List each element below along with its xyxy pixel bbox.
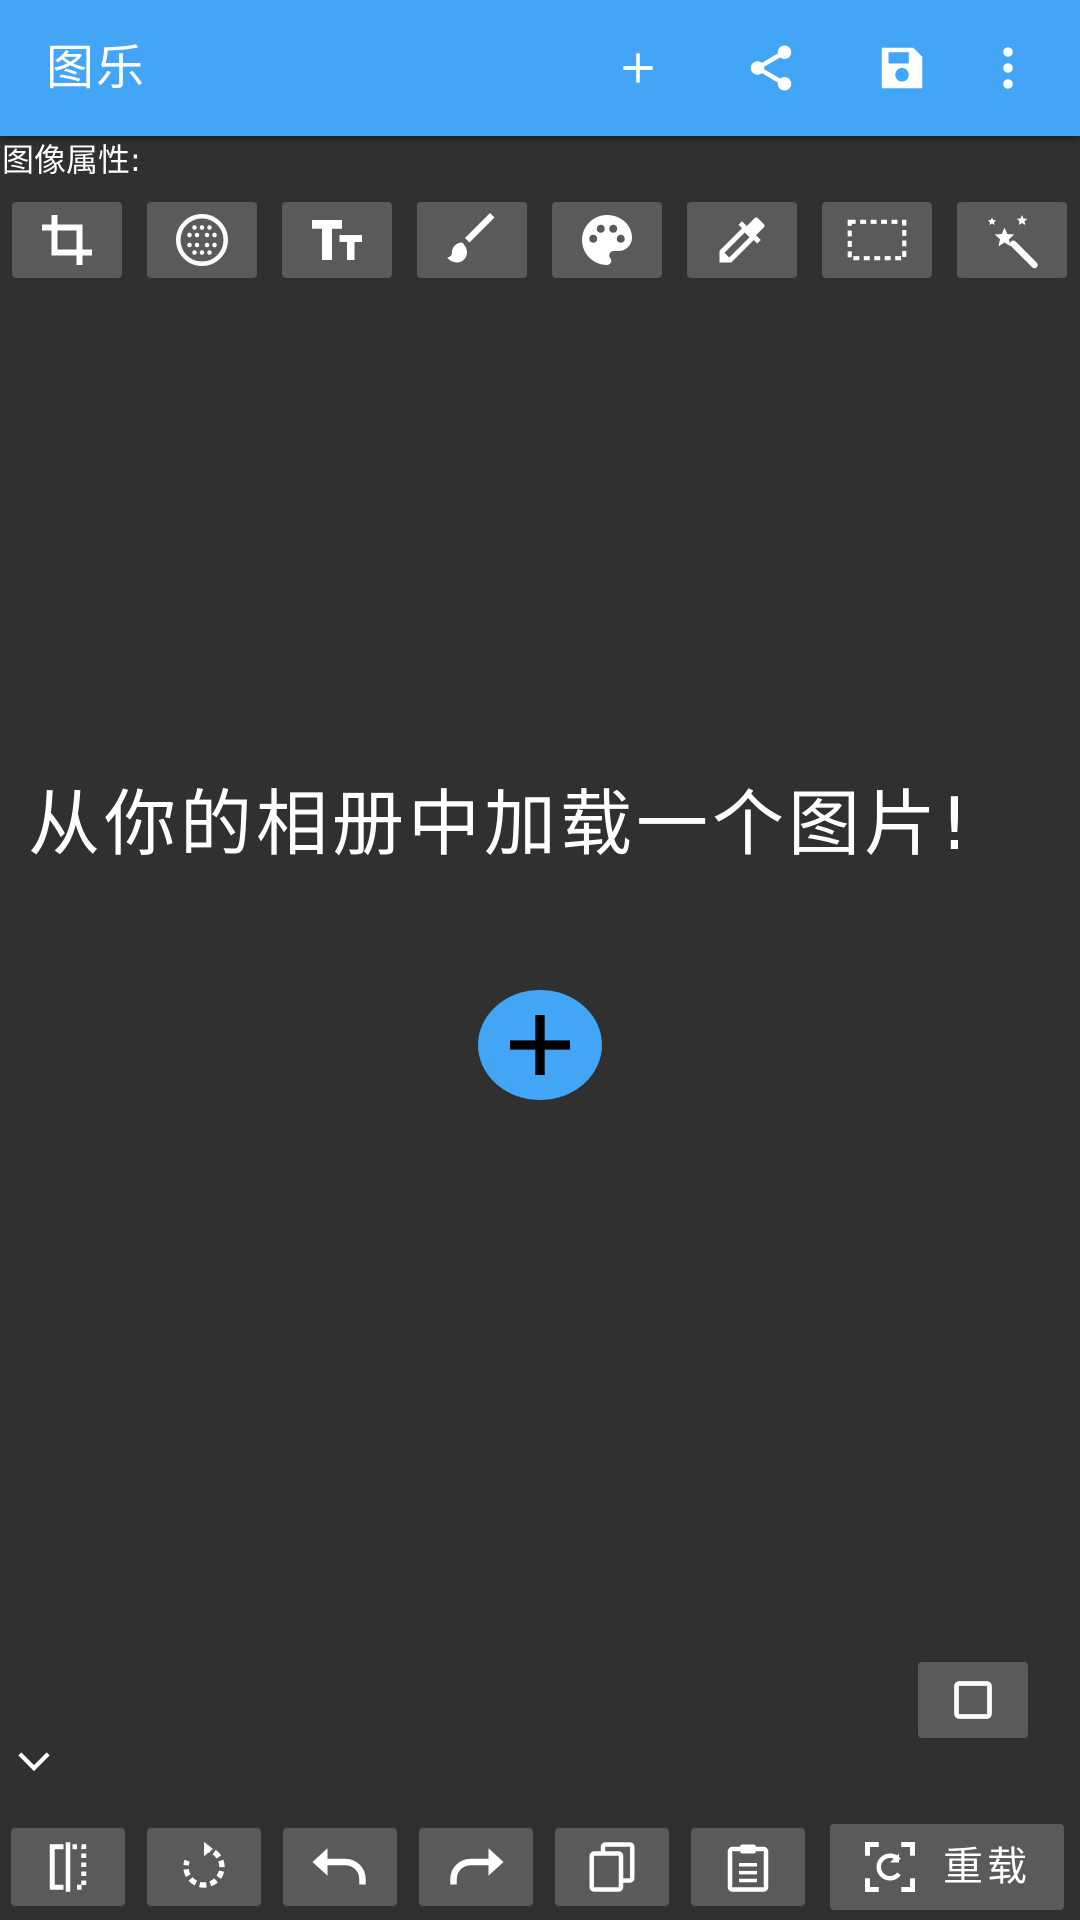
paste-button[interactable]: [691, 1828, 805, 1906]
eyedropper-icon: [712, 210, 772, 270]
palette-tool-button[interactable]: [552, 202, 662, 278]
flip-icon: [41, 1840, 95, 1894]
magic-wand-tool-button[interactable]: [957, 202, 1067, 278]
text-size-icon: [307, 210, 367, 270]
save-button[interactable]: [862, 28, 942, 108]
reload-label: 重载: [943, 1844, 1031, 1890]
eyedropper-tool-button[interactable]: [687, 202, 797, 278]
app-bar: 图乐: [0, 0, 1080, 136]
blur-tool-button[interactable]: [147, 202, 257, 278]
load-image-fab[interactable]: [478, 990, 602, 1100]
add-icon: [616, 46, 660, 90]
flip-button[interactable]: [11, 1828, 125, 1906]
load-image-prompt: 从你的相册中加载一个图片!: [28, 782, 973, 866]
redo-button[interactable]: [419, 1828, 533, 1906]
undo-button[interactable]: [283, 1828, 397, 1906]
aspect-ratio-button[interactable]: [918, 1662, 1028, 1738]
paste-icon: [721, 1840, 775, 1894]
collapse-toolbar-button[interactable]: [10, 1740, 58, 1782]
crop-icon: [37, 210, 97, 270]
selection-rect-icon: [845, 215, 909, 265]
share-icon: [744, 41, 798, 95]
undo-icon: [310, 1843, 370, 1891]
chevron-down-icon: [17, 1750, 51, 1772]
rotate-button[interactable]: [147, 1828, 261, 1906]
redo-icon: [446, 1843, 506, 1891]
crop-tool-button[interactable]: [12, 202, 122, 278]
save-icon: [875, 41, 929, 95]
brush-tool-button[interactable]: [417, 202, 527, 278]
brush-icon: [442, 210, 502, 270]
square-outline-icon: [951, 1678, 995, 1722]
add-button[interactable]: [598, 28, 678, 108]
image-properties-label: 图像属性:: [2, 141, 141, 179]
palette-icon: [577, 210, 637, 270]
rotate-icon: [177, 1840, 231, 1894]
select-area-tool-button[interactable]: [822, 202, 932, 278]
reload-button[interactable]: 重载: [830, 1824, 1064, 1910]
add-icon: [500, 1005, 580, 1085]
more-options-button[interactable]: [978, 28, 1038, 108]
share-button[interactable]: [731, 28, 811, 108]
text-tool-button[interactable]: [282, 202, 392, 278]
copy-icon: [585, 1840, 639, 1894]
copy-button[interactable]: [555, 1828, 669, 1906]
more-vert-icon: [1000, 44, 1016, 92]
app-title: 图乐: [46, 40, 147, 96]
blur-icon: [172, 210, 232, 270]
magic-wand-icon: [980, 210, 1044, 270]
reload-icon: [863, 1840, 917, 1894]
